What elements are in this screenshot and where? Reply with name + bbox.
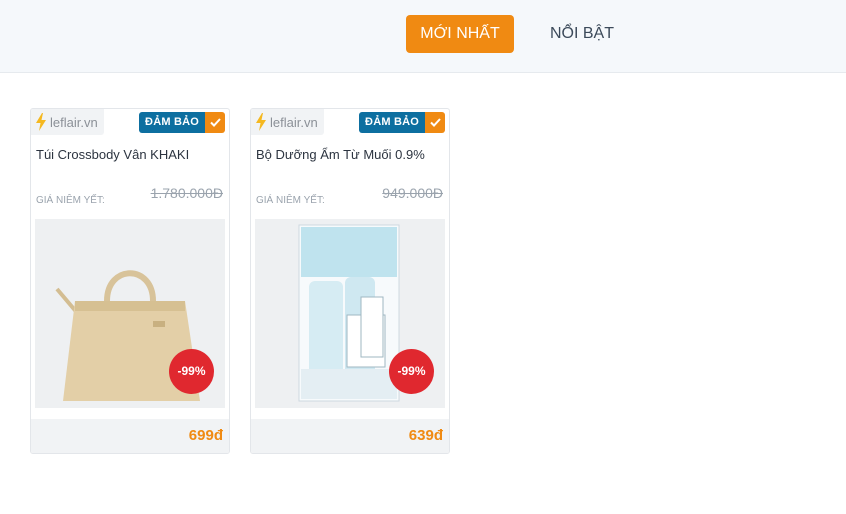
guarantee-badge: ĐẢM BẢO — [139, 112, 225, 133]
source-tag: leflair.vn — [31, 109, 104, 135]
product-name[interactable]: Túi Crossbody Vân KHAKI — [36, 147, 226, 162]
source-name: leflair.vn — [270, 114, 318, 130]
old-price: 1.780.000Đ — [150, 185, 223, 201]
source-tag: leflair.vn — [251, 109, 324, 135]
discount-badge: -99% — [389, 349, 434, 394]
lightning-icon — [256, 113, 266, 131]
sale-price: 639đ — [408, 427, 443, 444]
guarantee-label: ĐẢM BẢO — [359, 112, 425, 133]
list-price-label: GIÁ NIÊM YẾT: — [256, 195, 325, 206]
old-price: 949.000Đ — [382, 185, 443, 201]
product-name[interactable]: Bộ Dưỡng Ẩm Từ Muối 0.9% — [256, 147, 446, 162]
discount-badge: -99% — [169, 349, 214, 394]
product-card[interactable]: leflair.vn ĐẢM BẢO Túi Crossbody Vân KHA… — [30, 108, 230, 454]
tab-featured[interactable]: NỔI BẬT — [530, 15, 634, 53]
price-bar: 699đ — [31, 419, 229, 453]
product-card[interactable]: leflair.vn ĐẢM BẢO Bộ Dưỡng Ẩm Từ Muối 0… — [250, 108, 450, 454]
sale-price: 699đ — [188, 427, 223, 444]
price-bar: 639đ — [251, 419, 449, 453]
check-icon — [425, 112, 445, 133]
check-icon — [205, 112, 225, 133]
guarantee-badge: ĐẢM BẢO — [359, 112, 445, 133]
guarantee-label: ĐẢM BẢO — [139, 112, 205, 133]
source-name: leflair.vn — [50, 114, 98, 130]
list-price-label: GIÁ NIÊM YẾT: — [36, 195, 105, 206]
filter-bar: MỚI NHẤT NỔI BẬT — [0, 0, 846, 73]
lightning-icon — [36, 113, 46, 131]
tab-newest[interactable]: MỚI NHẤT — [406, 15, 514, 53]
